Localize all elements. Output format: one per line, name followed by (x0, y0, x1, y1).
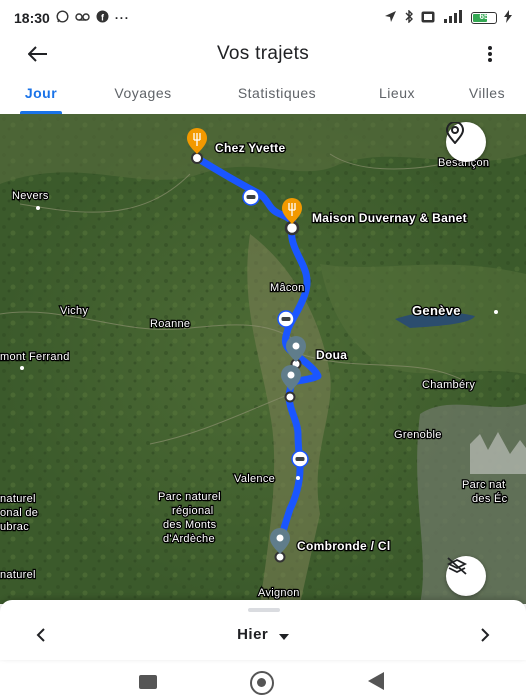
recent-apps-icon[interactable] (139, 675, 157, 689)
park-label-line: Parc nat (462, 479, 505, 491)
location-pin-button[interactable] (446, 122, 486, 162)
car-icon (291, 450, 309, 468)
park-label-line: naturel (0, 569, 36, 581)
stop-label-combronde: Combronde / Cl (297, 539, 391, 553)
city-label-chambery: Chambéry (422, 379, 475, 391)
battery-level: 65 (479, 12, 489, 21)
tab-statistiques[interactable]: Statistiques (222, 76, 332, 114)
layers-off-button[interactable] (446, 556, 486, 596)
next-day-button[interactable] (470, 622, 500, 650)
car-icon (242, 188, 260, 206)
tab-voyages[interactable]: Voyages (104, 76, 182, 114)
park-label-line: Parc naturel (158, 491, 221, 503)
volte-icon (421, 11, 435, 26)
park-label-line: onal de (0, 507, 38, 519)
city-label-geneve: Genève (412, 303, 461, 318)
home-icon[interactable] (250, 671, 274, 695)
voicemail-icon (75, 11, 90, 25)
drag-handle[interactable] (248, 608, 280, 612)
page-title: Vos trajets (216, 43, 309, 64)
status-bar: 18:30 f ··· 65 (0, 0, 526, 36)
day-dropdown[interactable]: Hier (0, 626, 526, 644)
city-label-valence: Valence (234, 473, 275, 485)
car-icon (277, 310, 295, 328)
map-canvas[interactable]: Chez Yvette Maison Duvernay & Banet Doua… (0, 114, 526, 604)
city-label-avignon: Avignon (258, 587, 300, 599)
app-bar: Vos trajets (0, 36, 526, 72)
park-label-line: d'Ardèche (163, 533, 215, 545)
city-label-macon: Mâcon (270, 282, 305, 294)
tab-jour[interactable]: Jour (20, 76, 62, 114)
city-label-nevers: Nevers (12, 190, 49, 202)
chevron-right-icon (480, 626, 490, 647)
whatsapp-icon (56, 10, 69, 26)
park-label-line: régional (172, 505, 214, 517)
park-label-line: ubrac (0, 521, 29, 533)
location-arrow-icon (384, 10, 397, 26)
park-label-line: des Éc (472, 492, 508, 505)
more-vert-icon[interactable] (476, 36, 504, 72)
back-icon[interactable] (368, 672, 384, 690)
park-label-line: naturel (0, 493, 36, 505)
more-dots-icon: ··· (114, 11, 130, 25)
city-label-clermont: mont Ferrand (0, 351, 70, 363)
stop-label-doua: Doua (316, 348, 347, 362)
stop-label-chez-yvette: Chez Yvette (215, 141, 285, 155)
map-view[interactable]: Chez Yvette Maison Duvernay & Banet Doua… (0, 114, 526, 604)
facebook-icon: f (96, 10, 109, 26)
city-label-grenoble: Grenoble (394, 429, 442, 441)
battery-icon: 65 (471, 12, 497, 24)
city-label-roanne: Roanne (150, 318, 190, 330)
signal-icon (442, 10, 464, 26)
city-label-vichy: Vichy (60, 305, 88, 317)
dropdown-arrow-icon (278, 627, 289, 644)
charging-icon (504, 10, 512, 26)
tab-villes[interactable]: Villes (462, 76, 512, 114)
status-time: 18:30 (14, 10, 50, 26)
tab-lieux[interactable]: Lieux (372, 76, 422, 114)
tab-bar: Jour Voyages Statistiques Lieux Villes (0, 76, 526, 114)
park-label-line: des Monts (163, 519, 217, 531)
bluetooth-icon (404, 9, 414, 26)
day-selector-sheet: Hier (0, 600, 526, 660)
day-label: Hier (237, 626, 269, 643)
stop-label-maison-duvernay: Maison Duvernay & Banet (312, 211, 467, 225)
